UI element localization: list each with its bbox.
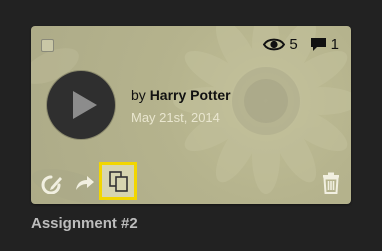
author-name: Harry Potter — [149, 87, 231, 103]
comments-bubble-icon — [310, 38, 326, 51]
card-actions — [31, 162, 351, 204]
play-button[interactable] — [47, 71, 115, 139]
by-prefix: by — [131, 87, 150, 103]
views-eye-icon — [263, 38, 286, 51]
views-count: 5 — [289, 36, 298, 53]
share-arrow-icon[interactable] — [75, 175, 95, 191]
author-line: by Harry Potter — [131, 87, 231, 103]
play-icon — [73, 91, 97, 119]
duplicate-button[interactable] — [99, 162, 137, 200]
card-stats: 5 1 — [263, 36, 339, 53]
created-date: May 21st, 2014 — [131, 110, 220, 125]
assignment-title[interactable]: Assignment #2 — [31, 215, 138, 232]
select-checkbox[interactable] — [41, 39, 54, 52]
trash-icon[interactable] — [322, 172, 340, 194]
card-meta: by Harry Potter May 21st, 2014 — [131, 87, 231, 125]
edit-icon[interactable] — [41, 174, 63, 194]
assignment-card[interactable]: 5 1 by Harry Potter May 21st, 2014 — [31, 26, 351, 204]
duplicate-icon — [109, 171, 128, 192]
comments-count: 1 — [330, 36, 339, 53]
